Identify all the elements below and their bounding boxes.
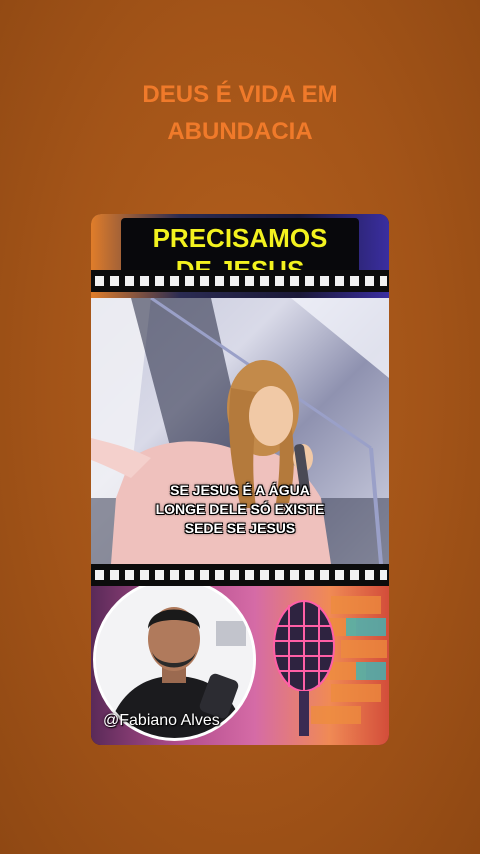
story-title: DEUS É VIDA EM ABUNDACIA xyxy=(0,76,480,150)
creator-handle: @Fabiano Alves xyxy=(103,712,220,729)
microphone-icon xyxy=(273,600,335,736)
video-subtitle: SE JESUS É A ÁGUA LONGE DELE SÓ EXISTE S… xyxy=(91,481,389,538)
top-banner: PRECISAMOS DE JESUS xyxy=(91,214,389,298)
creator-panel: @Fabiano Alves xyxy=(91,586,389,745)
film-strip-bottom xyxy=(91,564,389,586)
subtitle-line3: SEDE SE JESUS xyxy=(184,520,296,536)
story-title-line1: DEUS É VIDA EM xyxy=(142,81,338,108)
headline-line1: PRECISAMOS xyxy=(152,223,328,253)
video-card[interactable]: PRECISAMOS DE JESUS SE JESUS É A ÁGUA LO… xyxy=(91,214,389,745)
subtitle-line1: SE JESUS É A ÁGUA xyxy=(170,482,310,498)
video-frame[interactable]: SE JESUS É A ÁGUA LONGE DELE SÓ EXISTE S… xyxy=(91,298,389,564)
subtitle-line2: LONGE DELE SÓ EXISTE xyxy=(155,501,325,517)
film-strip-top xyxy=(91,270,389,292)
story-title-line2: ABUNDACIA xyxy=(167,118,313,145)
